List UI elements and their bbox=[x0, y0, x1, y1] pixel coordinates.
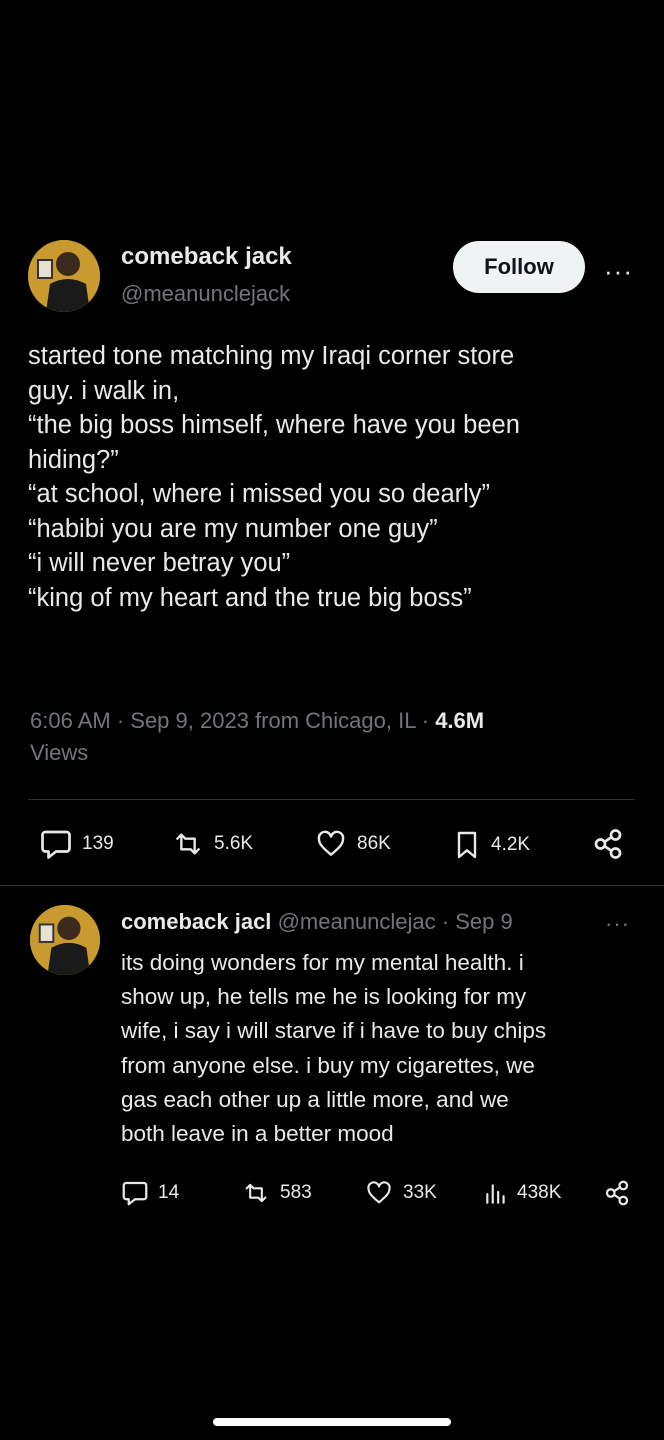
bookmark-button[interactable]: 4.2K bbox=[451, 828, 530, 862]
like-count: 86K bbox=[357, 833, 391, 854]
tweet-meta: 6:06 AM · Sep 9, 2023 from Chicago, IL ·… bbox=[30, 705, 640, 769]
heart-icon bbox=[367, 1181, 391, 1204]
reply-retweet-count: 583 bbox=[280, 1182, 312, 1203]
reply-header: comeback jacl @meanunclejac · Sep 9 bbox=[121, 909, 513, 935]
share-icon bbox=[605, 1180, 629, 1206]
avatar-photo bbox=[30, 905, 100, 975]
reply-icon bbox=[122, 1181, 148, 1206]
reply-author-handle[interactable]: @meanunclejac bbox=[278, 909, 436, 934]
reply-text: its doing wonders for my mental health. … bbox=[121, 950, 547, 1147]
author-handle[interactable]: @meanunclejack bbox=[121, 281, 290, 307]
heart-icon bbox=[317, 830, 345, 856]
reply-like-button[interactable]: 33K bbox=[363, 1179, 437, 1207]
share-button[interactable] bbox=[590, 826, 626, 862]
retweet-count: 5.6K bbox=[214, 833, 254, 854]
views-count: 4.6M bbox=[435, 708, 485, 733]
share-icon bbox=[594, 829, 622, 859]
reply-share-button[interactable] bbox=[602, 1178, 632, 1208]
tweet-text: started tone matching my Iraqi corner st… bbox=[28, 342, 520, 612]
avatar-photo bbox=[28, 240, 100, 312]
reply-icon bbox=[41, 830, 71, 859]
reply-like-count: 33K bbox=[403, 1182, 437, 1203]
home-indicator[interactable] bbox=[213, 1418, 451, 1426]
avatar[interactable] bbox=[28, 240, 100, 312]
analytics-icon bbox=[486, 1184, 505, 1204]
reply-date[interactable]: · Sep 9 bbox=[442, 909, 513, 934]
reply-author-name[interactable]: comeback jacl bbox=[121, 909, 271, 934]
follow-button[interactable]: Follow bbox=[453, 241, 585, 293]
divider bbox=[28, 799, 635, 800]
reply-views-count: 438K bbox=[517, 1182, 562, 1203]
divider bbox=[0, 885, 664, 886]
like-button[interactable]: 86K bbox=[313, 828, 391, 860]
retweet-icon bbox=[176, 833, 200, 855]
views-label: Views bbox=[30, 740, 89, 765]
timestamp[interactable]: 6:06 AM · Sep 9, 2023 from Chicago, IL · bbox=[30, 708, 435, 733]
reply-views-button[interactable]: 438K bbox=[483, 1179, 561, 1207]
bookmark-count: 4.2K bbox=[491, 834, 531, 855]
reply-reply-button[interactable]: 14 bbox=[120, 1178, 179, 1208]
reply-avatar[interactable] bbox=[30, 905, 100, 975]
retweet-button[interactable]: 5.6K bbox=[170, 828, 253, 860]
reply-more-options-icon[interactable]: ··· bbox=[605, 913, 630, 935]
reply-reply-count: 14 bbox=[158, 1182, 180, 1203]
bookmark-icon bbox=[457, 831, 477, 859]
reply-button[interactable]: 139 bbox=[38, 826, 114, 862]
reply-retweet-button[interactable]: 583 bbox=[240, 1179, 312, 1207]
author-name[interactable]: comeback jack bbox=[121, 243, 292, 271]
reply-count: 139 bbox=[82, 833, 114, 854]
retweet-icon bbox=[245, 1183, 267, 1203]
more-options-icon[interactable]: ··· bbox=[604, 258, 633, 284]
